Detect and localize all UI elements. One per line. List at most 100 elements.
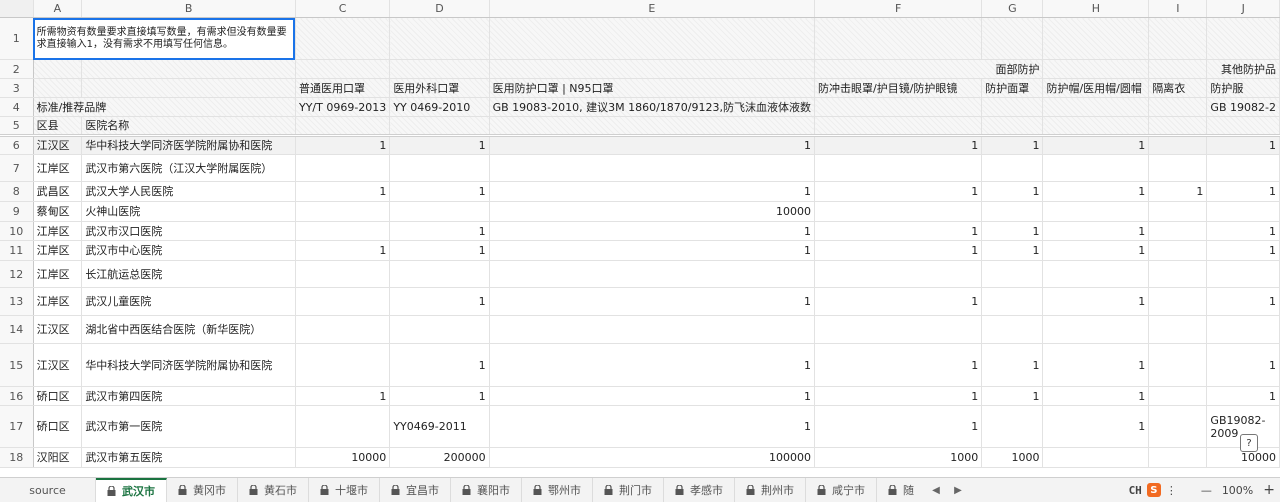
district-cell[interactable]: 武昌区 (33, 181, 83, 202)
row-header[interactable]: 18 (0, 447, 34, 468)
value-cell[interactable] (1148, 260, 1208, 288)
value-cell[interactable]: 1 (814, 405, 983, 448)
district-cell[interactable]: 江岸区 (33, 287, 83, 316)
value-cell[interactable] (295, 287, 391, 316)
row-header[interactable]: 13 (0, 287, 34, 316)
item-header[interactable]: 隔离衣 (1148, 78, 1208, 98)
cell[interactable] (1148, 116, 1208, 136)
value-cell[interactable] (295, 221, 391, 241)
value-cell[interactable] (981, 315, 1044, 344)
value-cell[interactable] (1042, 201, 1150, 222)
value-cell[interactable] (1042, 315, 1150, 344)
hospital-cell[interactable]: 武汉市第六医院（江汉大学附属医院） (81, 154, 296, 182)
standard-cell[interactable]: YY/T 0969-2013 (295, 97, 391, 117)
item-header[interactable]: 防护服 (1206, 78, 1280, 98)
value-cell[interactable]: 1 (1042, 240, 1150, 261)
value-cell[interactable] (1042, 154, 1150, 182)
value-cell[interactable]: 10000 (295, 447, 391, 468)
tab-huanggang[interactable]: 黄冈市 (167, 478, 238, 502)
tab-huangshi[interactable]: 黄石市 (238, 478, 309, 502)
column-header-a[interactable]: A (33, 0, 83, 18)
standard-cell[interactable] (1148, 97, 1208, 117)
value-cell[interactable]: 1 (1042, 287, 1150, 316)
hospital-cell[interactable]: 武汉市第一医院 (81, 405, 296, 448)
cell[interactable] (814, 17, 983, 60)
group-header-other[interactable]: 其他防护品 (1206, 59, 1280, 79)
row-header[interactable]: 12 (0, 260, 34, 288)
value-cell[interactable]: YY0469-2011 (389, 405, 490, 448)
value-cell[interactable]: 1 (814, 135, 983, 155)
value-cell[interactable]: 1 (1206, 240, 1280, 261)
value-cell[interactable]: 1 (1206, 135, 1280, 155)
value-cell[interactable] (981, 154, 1044, 182)
value-cell[interactable] (1042, 447, 1150, 468)
row-header[interactable]: 2 (0, 59, 34, 79)
value-cell[interactable]: 1 (389, 135, 490, 155)
value-cell[interactable]: 1 (1206, 181, 1280, 202)
zoom-in-button[interactable]: + (1258, 482, 1280, 498)
value-cell[interactable]: 1 (389, 221, 490, 241)
value-cell[interactable] (1148, 343, 1208, 387)
row-header[interactable]: 17 (0, 405, 34, 448)
value-cell[interactable]: 1 (489, 240, 816, 261)
value-cell[interactable] (1148, 405, 1208, 448)
item-header[interactable]: 防护帽/医用帽/圆帽 (1042, 78, 1150, 98)
cell[interactable] (981, 116, 1044, 136)
item-header[interactable]: 防护面罩 (981, 78, 1044, 98)
value-cell[interactable] (295, 315, 391, 344)
value-cell[interactable] (814, 154, 983, 182)
tab-ezhou[interactable]: 鄂州市 (522, 478, 593, 502)
tab-shiyan[interactable]: 十堰市 (309, 478, 380, 502)
standard-cell[interactable]: GB 19083-2010, 建议3M 1860/1870/9123,防飞沫血液… (489, 97, 816, 117)
value-cell[interactable] (1148, 386, 1208, 406)
value-cell[interactable] (489, 154, 816, 182)
value-cell[interactable]: 1 (814, 240, 983, 261)
value-cell[interactable]: 1 (981, 240, 1044, 261)
value-cell[interactable] (981, 405, 1044, 448)
standard-cell[interactable] (814, 97, 983, 117)
row-header[interactable]: 16 (0, 386, 34, 406)
hospital-cell[interactable]: 火神山医院 (81, 201, 296, 222)
value-cell[interactable]: 1 (981, 343, 1044, 387)
standard-cell[interactable]: YY 0469-2010 (389, 97, 490, 117)
value-cell[interactable]: 1 (814, 287, 983, 316)
row-header[interactable]: 10 (0, 221, 34, 241)
value-cell[interactable]: 1 (814, 386, 983, 406)
row-header[interactable]: 14 (0, 315, 34, 344)
value-cell[interactable] (1148, 240, 1208, 261)
value-cell[interactable] (981, 287, 1044, 316)
value-cell[interactable] (389, 315, 490, 344)
item-header[interactable]: 普通医用口罩 (295, 78, 391, 98)
value-cell[interactable]: 1000 (981, 447, 1044, 468)
district-cell[interactable]: 汉阳区 (33, 447, 83, 468)
row-header[interactable]: 6 (0, 135, 34, 155)
column-header-i[interactable]: I (1148, 0, 1208, 18)
hospital-cell[interactable]: 长江航运总医院 (81, 260, 296, 288)
value-cell[interactable] (981, 260, 1044, 288)
tab-scroll-left-button[interactable]: ◀ (925, 485, 947, 496)
tab-yichang[interactable]: 宜昌市 (380, 478, 451, 502)
cell[interactable] (33, 78, 83, 98)
value-cell[interactable] (295, 201, 391, 222)
value-cell[interactable]: 1 (981, 386, 1044, 406)
value-cell[interactable]: 1 (389, 287, 490, 316)
cell[interactable] (81, 78, 296, 98)
value-cell[interactable]: 10000 (489, 201, 816, 222)
value-cell[interactable]: 1 (1042, 221, 1150, 241)
value-cell[interactable]: 1 (489, 386, 816, 406)
value-cell[interactable]: 1 (389, 181, 490, 202)
value-cell[interactable] (1042, 260, 1150, 288)
spreadsheet-grid[interactable]: A B C D E F G H I J 1 所需物资有数量要求直接填写数量，有需… (0, 0, 1280, 477)
standard-cell[interactable]: GB 19082-2 (1206, 97, 1280, 117)
value-cell[interactable] (389, 154, 490, 182)
select-all-corner[interactable] (0, 0, 34, 18)
tab-wuhan[interactable]: 武汉市 (96, 478, 167, 502)
value-cell[interactable]: 1 (981, 135, 1044, 155)
cell[interactable] (1042, 17, 1150, 60)
hospital-cell[interactable]: 湖北省中西医结合医院（新华医院） (81, 315, 296, 344)
cell[interactable] (489, 116, 816, 136)
tab-scroll-right-button[interactable]: ▶ (947, 485, 969, 496)
value-cell[interactable] (1148, 221, 1208, 241)
value-cell[interactable]: 1 (1042, 135, 1150, 155)
value-cell[interactable] (1148, 315, 1208, 344)
